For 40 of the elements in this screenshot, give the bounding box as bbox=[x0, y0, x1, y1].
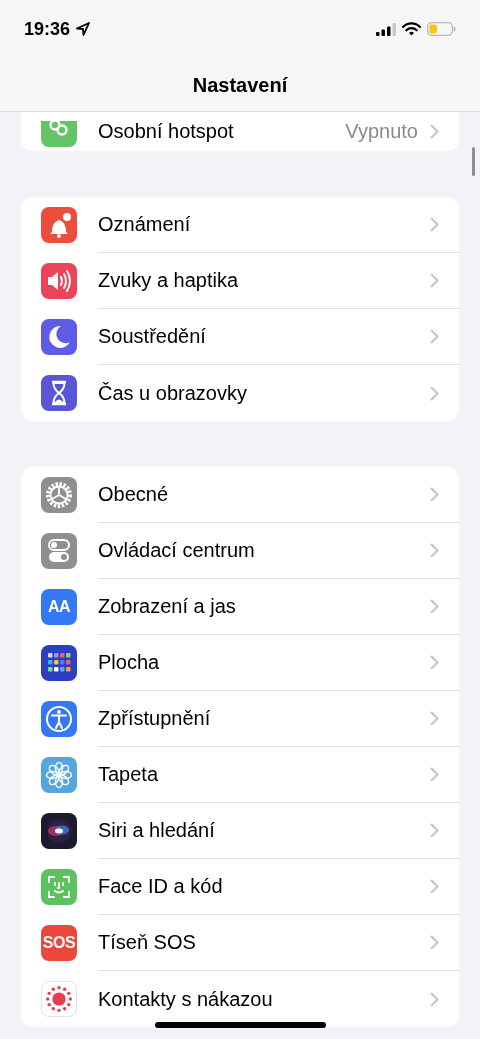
chevron-icon bbox=[430, 711, 439, 726]
location-arrow-icon bbox=[76, 22, 91, 36]
chevron-icon bbox=[430, 599, 439, 614]
setting-value: Vypnuto bbox=[345, 120, 418, 143]
chevron-icon bbox=[430, 217, 439, 232]
chevron-icon bbox=[430, 655, 439, 670]
chevron-icon bbox=[430, 329, 439, 344]
chevron-icon bbox=[430, 879, 439, 894]
settings-item[interactable]: Čas u obrazovky bbox=[98, 381, 418, 405]
chevron-icon bbox=[430, 487, 439, 502]
clock-time: 19:36 bbox=[24, 18, 71, 40]
scroll-indicator bbox=[472, 147, 475, 176]
settings-item[interactable]: Osobní hotspot bbox=[98, 120, 334, 143]
chevron-icon bbox=[430, 385, 439, 401]
settings-item[interactable]: Tapeta bbox=[98, 763, 418, 786]
settings-item[interactable]: Ovládací centrum bbox=[98, 539, 418, 562]
settings-item[interactable]: Zpřístupnění bbox=[98, 707, 418, 730]
screen-title: Nastavení bbox=[191, 74, 289, 97]
chevron-icon bbox=[430, 543, 439, 558]
settings-item[interactable]: Oznámení bbox=[98, 213, 418, 236]
chevron-icon bbox=[430, 767, 439, 782]
wifi-icon bbox=[402, 22, 421, 36]
settings-item[interactable]: Soustředění bbox=[98, 325, 418, 348]
icon-label: SOS bbox=[42, 934, 76, 952]
signal-icon bbox=[376, 22, 396, 36]
settings-item[interactable]: Face ID a kód bbox=[98, 875, 418, 898]
chevron-icon bbox=[430, 823, 439, 838]
chevron-icon bbox=[430, 273, 439, 288]
icon-label: AA bbox=[47, 598, 71, 616]
settings-item[interactable]: Siri a hledání bbox=[98, 819, 418, 842]
settings-item[interactable]: Obecné bbox=[98, 483, 418, 506]
chevron-icon bbox=[430, 991, 439, 1007]
settings-item[interactable]: Kontakty s nákazou bbox=[98, 987, 418, 1011]
settings-item[interactable]: Plocha bbox=[98, 651, 418, 674]
chevron-icon bbox=[430, 124, 439, 139]
battery-icon bbox=[427, 22, 456, 36]
settings-item[interactable]: Zvuky a haptika bbox=[98, 269, 418, 292]
chevron-icon bbox=[430, 935, 439, 950]
settings-item[interactable]: Tíseň SOS bbox=[98, 931, 418, 954]
settings-item[interactable]: Zobrazení a jas bbox=[98, 595, 418, 618]
